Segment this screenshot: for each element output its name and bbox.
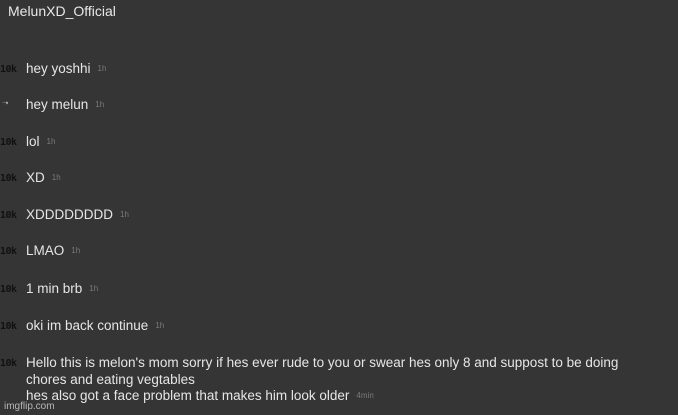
message-timestamp: 1h [97, 64, 107, 74]
message-text: LMAO [26, 243, 65, 258]
message-timestamp: 1h [89, 284, 99, 294]
message-text: hey melun [26, 97, 89, 112]
message-text: oki im back continue [26, 318, 149, 333]
arrow-icon[interactable]: ➝ [2, 97, 24, 111]
message-timestamp: 4min [356, 391, 374, 401]
message-text: XD [26, 170, 45, 185]
message-text-line-last: hes also got a face problem that makes h… [26, 388, 666, 405]
message-text: lol [26, 134, 40, 149]
message-timestamp: 1h [51, 173, 61, 183]
message-text: hey yoshhi [26, 61, 91, 76]
message-body: oki im back continue 1h [26, 318, 666, 335]
avatar[interactable]: 10k [0, 209, 22, 223]
message-timestamp: 1h [71, 246, 81, 256]
watermark: imgflip.com [4, 401, 55, 412]
avatar[interactable]: 10k [0, 357, 22, 371]
message-body: Hello this is melon's mom sorry if hes e… [26, 355, 666, 405]
message-timestamp: 1h [120, 210, 129, 220]
avatar[interactable]: 10k [0, 172, 22, 186]
message-body: 1 min brb 1h [26, 281, 666, 298]
avatar[interactable]: 10k [0, 283, 22, 297]
message-body: XD 1h [26, 170, 666, 187]
message-body: hey yoshhi 1h [26, 61, 666, 78]
message-text: hes also got a face problem that makes h… [26, 388, 350, 403]
message-timestamp: 1h [46, 137, 56, 147]
message-body: hey melun 1h [26, 97, 666, 114]
message-body: XDDDDDDDD 1h [26, 207, 666, 224]
message-timestamp: 1h [95, 100, 105, 110]
avatar[interactable]: 10k [0, 136, 22, 150]
avatar[interactable]: 10k [0, 320, 22, 334]
avatar[interactable]: 10k [0, 63, 22, 77]
message-body: LMAO 1h [26, 243, 666, 260]
message-text: 1 min brb [26, 281, 83, 296]
message-list: 10k hey yoshhi 1h ➝ hey melun 1h 10k lol 1h… [0, 0, 678, 415]
message-text-line: chores and eating vegtables [26, 371, 195, 387]
message-timestamp: 1h [155, 321, 165, 331]
avatar[interactable]: 10k [0, 245, 22, 259]
message-text-line: Hello this is melon's mom sorry if hes e… [26, 355, 619, 370]
message-text: XDDDDDDDD [26, 207, 113, 222]
message-body: lol 1h [26, 134, 666, 151]
